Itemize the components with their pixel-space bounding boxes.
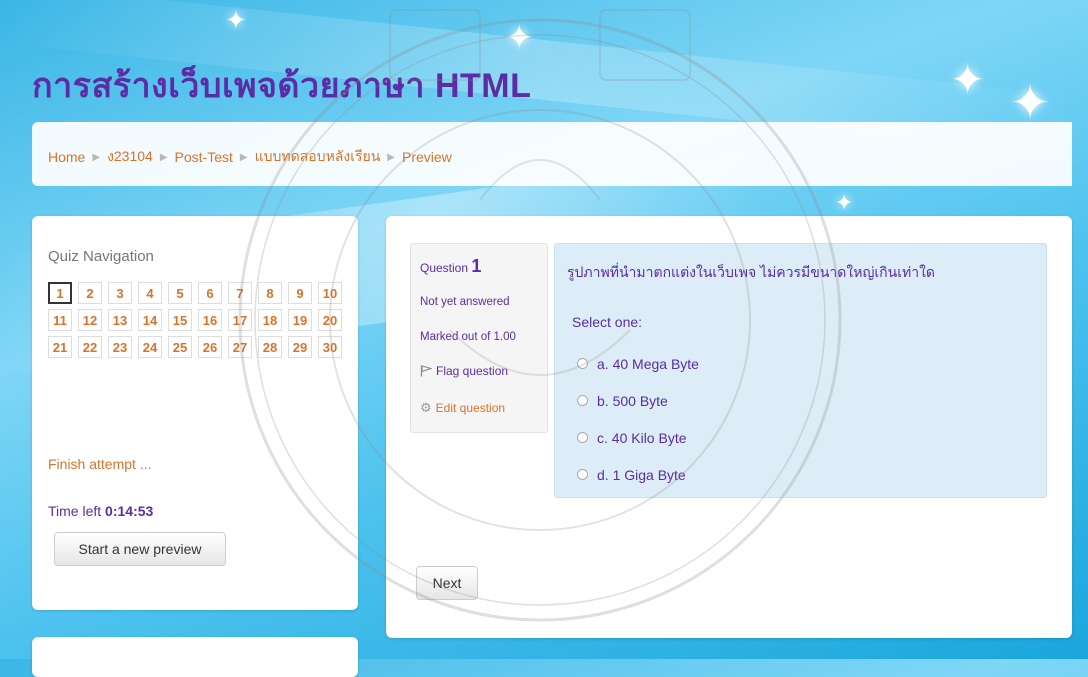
breadcrumb-post-test[interactable]: Post-Test <box>175 149 233 165</box>
time-left-value: 0:14:53 <box>105 503 154 519</box>
quiz-nav-button-8[interactable]: 8 <box>258 282 282 304</box>
sparkle-icon: ✦ <box>225 5 247 35</box>
quiz-nav-button-6[interactable]: 6 <box>198 282 222 304</box>
sparkle-icon: ✦ <box>835 190 854 215</box>
quiz-nav-button-24[interactable]: 24 <box>138 336 162 358</box>
quiz-nav-button-12[interactable]: 12 <box>78 309 102 331</box>
question-block: Question 1 Not yet answered Marked out o… <box>386 216 1072 638</box>
quiz-nav-button-19[interactable]: 19 <box>288 309 312 331</box>
answer-option-a[interactable]: a. 40 Mega Byte <box>577 345 699 382</box>
sparkle-icon: ✦ <box>950 56 986 103</box>
question-label: Question <box>420 261 469 275</box>
quiz-nav-button-27[interactable]: 27 <box>228 336 252 358</box>
edit-question-label: Edit question <box>435 401 506 415</box>
flag-question-label: Flag question <box>436 364 509 378</box>
flag-question-link[interactable]: Flag question <box>420 364 508 378</box>
quiz-nav-button-23[interactable]: 23 <box>108 336 132 358</box>
answer-label-c: c. 40 Kilo Byte <box>597 429 687 446</box>
next-button[interactable]: Next <box>416 566 478 600</box>
answer-radio-a[interactable] <box>577 358 588 369</box>
finish-attempt-link[interactable]: Finish attempt ... <box>48 456 151 472</box>
quiz-nav-button-10[interactable]: 10 <box>318 282 342 304</box>
quiz-nav-button-17[interactable]: 17 <box>228 309 252 331</box>
quiz-nav-button-14[interactable]: 14 <box>138 309 162 331</box>
quiz-nav-button-25[interactable]: 25 <box>168 336 192 358</box>
breadcrumb-course[interactable]: ง23104 <box>107 146 153 168</box>
select-one-prompt: Select one: <box>572 314 643 330</box>
answer-label-a: a. 40 Mega Byte <box>597 355 699 372</box>
quiz-nav-button-29[interactable]: 29 <box>288 336 312 358</box>
quiz-nav-button-30[interactable]: 30 <box>318 336 342 358</box>
answer-radio-d[interactable] <box>577 469 588 480</box>
quiz-nav-button-13[interactable]: 13 <box>108 309 132 331</box>
quiz-navigation-title: Quiz Navigation <box>48 248 154 265</box>
breadcrumb-preview[interactable]: Preview <box>402 149 452 165</box>
start-new-preview-button[interactable]: Start a new preview <box>54 532 226 566</box>
quiz-nav-button-7[interactable]: 7 <box>228 282 252 304</box>
breadcrumb-bar: Home ▶ ง23104 ▶ Post-Test ▶ แบบทดสอบหลัง… <box>32 122 1072 186</box>
question-text: รูปภาพที่นำมาตกแต่งในเว็บเพจ ไม่ควรมีขนา… <box>567 264 936 280</box>
question-number: Question 1 <box>420 256 481 277</box>
question-info: Question 1 Not yet answered Marked out o… <box>410 243 548 433</box>
quiz-nav-button-20[interactable]: 20 <box>318 309 342 331</box>
quiz-nav-button-15[interactable]: 15 <box>168 309 192 331</box>
answer-option-b[interactable]: b. 500 Byte <box>577 382 699 419</box>
quiz-navigation-grid: 1 2 3 4 5 6 7 8 9 10 11 12 13 14 15 16 1… <box>48 282 348 358</box>
answer-option-c[interactable]: c. 40 Kilo Byte <box>577 419 699 456</box>
quiz-nav-button-3[interactable]: 3 <box>108 282 132 304</box>
answer-list: a. 40 Mega Byte b. 500 Byte c. 40 Kilo B… <box>577 345 699 493</box>
time-left: Time left 0:14:53 <box>48 503 153 519</box>
breadcrumb-quiz[interactable]: แบบทดสอบหลังเรียน <box>255 146 381 168</box>
secondary-block <box>32 637 358 677</box>
quiz-navigation-block: Quiz Navigation 1 2 3 4 5 6 7 8 9 10 11 … <box>32 216 358 610</box>
answer-label-b: b. 500 Byte <box>597 392 668 409</box>
quiz-nav-button-21[interactable]: 21 <box>48 336 72 358</box>
flag-icon <box>420 365 432 377</box>
question-grade: Marked out of 1.00 <box>420 331 516 343</box>
quiz-nav-button-16[interactable]: 16 <box>198 309 222 331</box>
answer-radio-b[interactable] <box>577 395 588 406</box>
quiz-nav-button-28[interactable]: 28 <box>258 336 282 358</box>
breadcrumb: Home ▶ ง23104 ▶ Post-Test ▶ แบบทดสอบหลัง… <box>48 146 452 168</box>
quiz-nav-button-4[interactable]: 4 <box>138 282 162 304</box>
site-title: การสร้างเว็บเพจด้วยภาษา HTML <box>32 67 532 105</box>
chevron-right-icon: ▶ <box>159 151 168 163</box>
chevron-right-icon: ▶ <box>92 151 101 163</box>
gear-icon: ⚙ <box>420 400 432 415</box>
answer-radio-c[interactable] <box>577 432 588 443</box>
question-number-value: 1 <box>471 256 482 276</box>
question-state: Not yet answered <box>420 296 510 308</box>
sparkle-icon: ✦ <box>505 19 534 57</box>
question-content: รูปภาพที่นำมาตกแต่งในเว็บเพจ ไม่ควรมีขนา… <box>554 243 1047 498</box>
answer-label-d: d. 1 Giga Byte <box>597 466 686 483</box>
chevron-right-icon: ▶ <box>239 151 248 163</box>
quiz-nav-button-11[interactable]: 11 <box>48 309 72 331</box>
quiz-nav-button-5[interactable]: 5 <box>168 282 192 304</box>
edit-question-link[interactable]: ⚙ Edit question <box>420 400 505 416</box>
quiz-nav-button-2[interactable]: 2 <box>78 282 102 304</box>
quiz-nav-button-9[interactable]: 9 <box>288 282 312 304</box>
answer-option-d[interactable]: d. 1 Giga Byte <box>577 456 699 493</box>
quiz-nav-button-1[interactable]: 1 <box>48 282 72 304</box>
quiz-nav-button-26[interactable]: 26 <box>198 336 222 358</box>
breadcrumb-home[interactable]: Home <box>48 149 85 165</box>
chevron-right-icon: ▶ <box>387 151 395 163</box>
quiz-nav-button-22[interactable]: 22 <box>78 336 102 358</box>
quiz-nav-button-18[interactable]: 18 <box>258 309 282 331</box>
time-left-label: Time left <box>48 503 102 519</box>
